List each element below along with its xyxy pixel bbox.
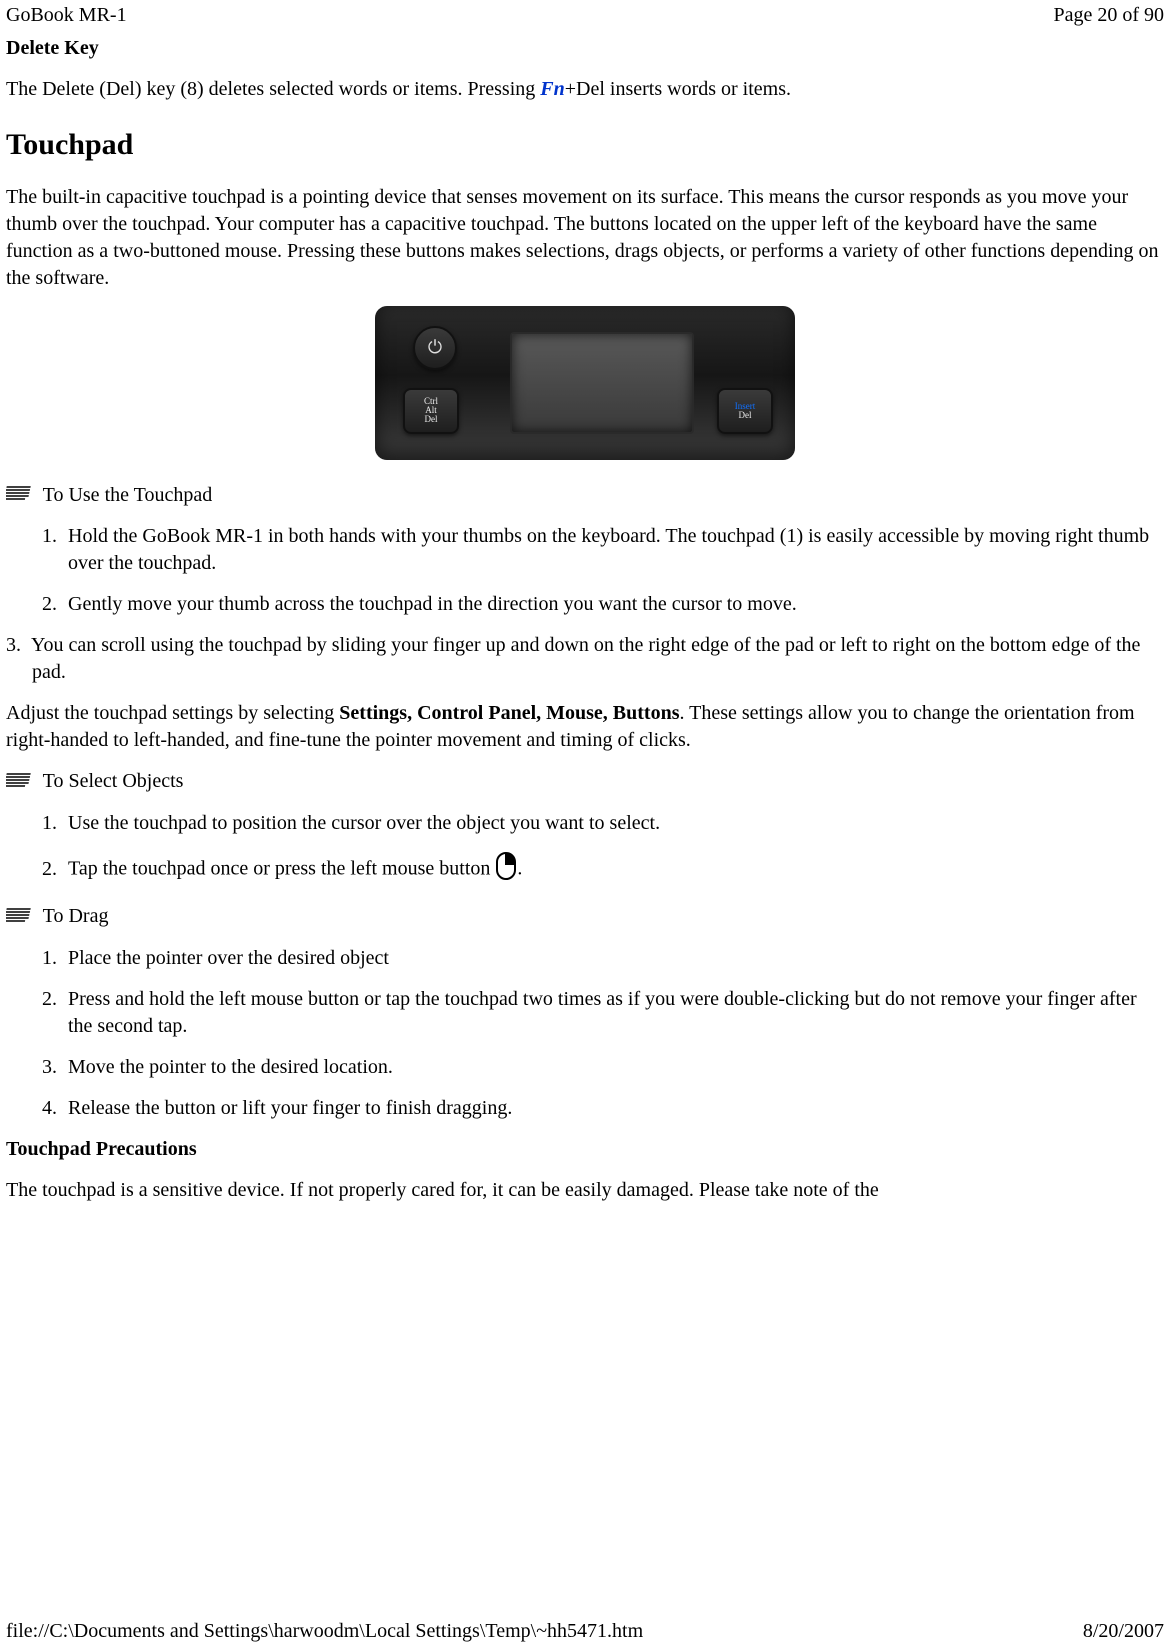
drag-step-2: Press and hold the left mouse button or … bbox=[62, 986, 1164, 1040]
select-step-2: Tap the touchpad once or press the left … bbox=[62, 851, 1164, 889]
select-step-2a: Tap the touchpad once or press the left … bbox=[68, 858, 495, 880]
lines-icon bbox=[6, 482, 32, 509]
power-icon: ⏻ bbox=[428, 335, 442, 359]
select-step-1: Use the touchpad to position the cursor … bbox=[62, 810, 1164, 837]
ctrl-alt-del-button-photo: Ctrl Alt Del bbox=[403, 388, 459, 434]
drag-step-1: Place the pointer over the desired objec… bbox=[62, 945, 1164, 972]
use-touchpad-heading-text: To Use the Touchpad bbox=[38, 484, 212, 506]
drag-step-3: Move the pointer to the desired location… bbox=[62, 1054, 1164, 1081]
use-step-3-outdented: 3. You can scroll using the touchpad by … bbox=[6, 632, 1164, 686]
lines-icon bbox=[6, 769, 32, 796]
drag-step-4: Release the button or lift your finger t… bbox=[62, 1095, 1164, 1122]
lines-icon bbox=[6, 904, 32, 931]
footer-file-path: file://C:\Documents and Settings\harwood… bbox=[6, 1618, 643, 1645]
drag-heading-text: To Drag bbox=[38, 905, 108, 927]
delete-key-text-b: +Del inserts words or items. bbox=[565, 78, 791, 100]
del-button-photo: Insert Del bbox=[717, 388, 773, 434]
del-del-label: Del bbox=[739, 411, 752, 420]
use-step-3-marker: 3. bbox=[6, 634, 21, 656]
settings-bold-path: Settings, Control Panel, Mouse, Buttons bbox=[339, 702, 679, 724]
precautions-heading: Touchpad Precautions bbox=[6, 1136, 1164, 1163]
mouse-icon bbox=[495, 851, 517, 889]
touchpad-intro: The built-in capacitive touchpad is a po… bbox=[6, 184, 1164, 292]
header-page-number: Page 20 of 90 bbox=[1053, 2, 1164, 29]
select-objects-steps: Use the touchpad to position the cursor … bbox=[6, 810, 1164, 889]
use-step-1: Hold the GoBook MR-1 in both hands with … bbox=[62, 523, 1164, 577]
footer-date: 8/20/2007 bbox=[1083, 1618, 1164, 1645]
use-touchpad-steps: Hold the GoBook MR-1 in both hands with … bbox=[6, 523, 1164, 618]
use-step-3-text: You can scroll using the touchpad by sli… bbox=[31, 634, 1140, 683]
touchpad-photo: ⏻ Ctrl Alt Del Insert Del bbox=[375, 306, 795, 460]
touchpad-settings-paragraph: Adjust the touchpad settings by selectin… bbox=[6, 700, 1164, 754]
drag-heading: To Drag bbox=[6, 903, 1164, 931]
fn-key-label: Fn bbox=[540, 78, 564, 100]
touchpad-surface-photo bbox=[510, 332, 694, 434]
cad-line3: Del bbox=[425, 415, 438, 424]
delete-key-text-a: The Delete (Del) key (8) deletes selecte… bbox=[6, 78, 540, 100]
power-button-photo: ⏻ bbox=[413, 326, 457, 370]
select-objects-heading-text: To Select Objects bbox=[38, 770, 183, 792]
use-step-2: Gently move your thumb across the touchp… bbox=[62, 591, 1164, 618]
precautions-paragraph: The touchpad is a sensitive device. If n… bbox=[6, 1177, 1164, 1204]
select-objects-heading: To Select Objects bbox=[6, 768, 1164, 796]
drag-steps: Place the pointer over the desired objec… bbox=[6, 945, 1164, 1122]
delete-key-paragraph: The Delete (Del) key (8) deletes selecte… bbox=[6, 76, 1164, 103]
delete-key-heading: Delete Key bbox=[6, 35, 1164, 62]
settings-text-a: Adjust the touchpad settings by selectin… bbox=[6, 702, 339, 724]
select-step-2b: . bbox=[517, 858, 522, 880]
use-touchpad-heading: To Use the Touchpad bbox=[6, 482, 1164, 510]
touchpad-heading: Touchpad bbox=[6, 125, 1164, 166]
header-doc-title: GoBook MR-1 bbox=[6, 2, 127, 29]
